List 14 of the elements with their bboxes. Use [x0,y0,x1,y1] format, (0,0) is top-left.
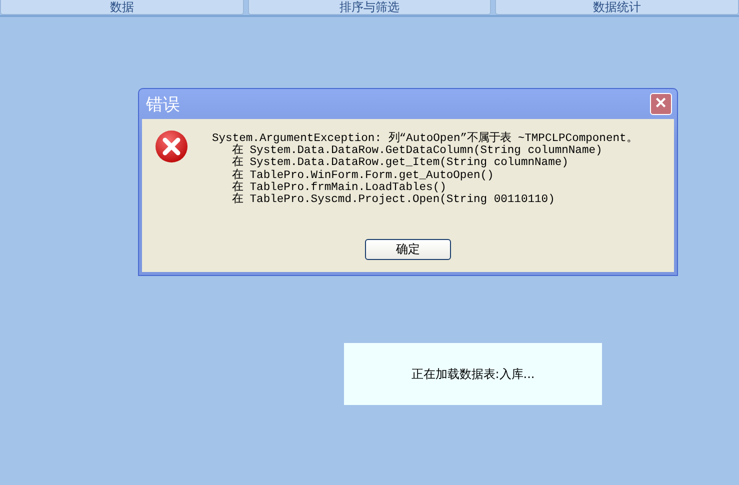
loading-message: 正在加载数据表:入库... [411,366,535,382]
ok-button[interactable]: 确定 [365,239,451,260]
stack-trace-line: 在 System.Data.DataRow.get_Item(String columnName) [231,157,570,170]
stack-trace-line: 在 TablePro.WinForm.Form.get_AutoOpen() [231,170,495,182]
tab[interactable]: 排序与筛选 [248,0,492,15]
stack-trace-line: 在 TablePro.Syscmd.Project.Open(String 00110110) [231,194,556,206]
tab[interactable]: 数据 [0,0,244,15]
error-icon [155,130,188,163]
error-message: System.ArgumentException: 列“AutoOpen”不属于表 ~TMPCLPComponent。 [212,133,638,145]
stack-trace-line: 在 System.Data.DataRow.GetDataColumn(String columnName) [231,145,604,158]
stack-trace-line: 在 TablePro.frmMain.LoadTables() [231,182,446,194]
dialog-title: 错误 [146,94,180,116]
close-button[interactable]: ✕ [650,93,672,115]
tab[interactable]: 数据统计 [495,0,739,15]
